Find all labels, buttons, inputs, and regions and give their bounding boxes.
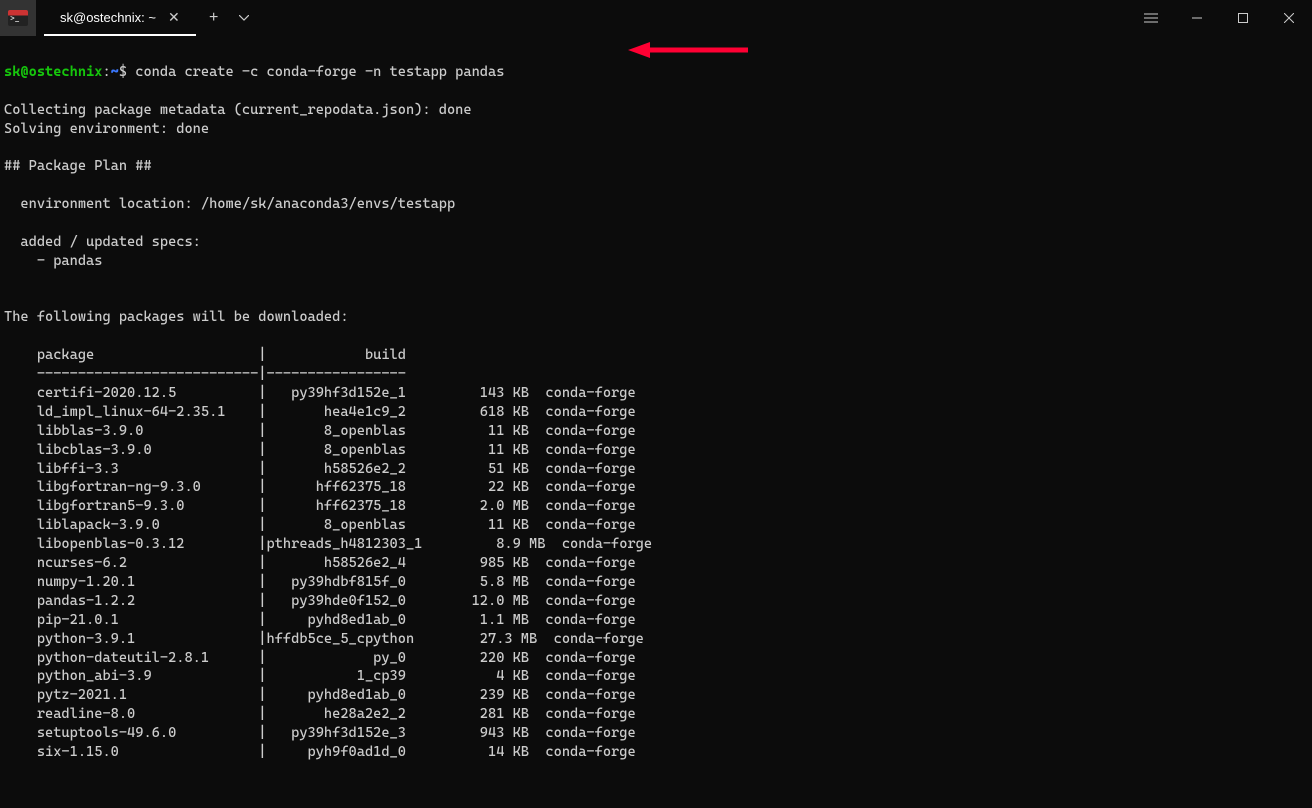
command-text: conda create -c conda-forge -n testapp p… xyxy=(135,64,504,80)
output-block: Collecting package metadata (current_rep… xyxy=(4,101,1308,762)
minimize-button[interactable] xyxy=(1174,0,1220,36)
prompt-colon: : xyxy=(102,64,110,80)
prompt-user: sk@ostechnix xyxy=(4,64,102,80)
terminal-content[interactable]: sk@ostechnix:~$ conda create -c conda-fo… xyxy=(0,36,1312,808)
terminal-app-icon[interactable] xyxy=(0,0,36,36)
prompt-dollar: $ xyxy=(119,64,135,80)
prompt-path: ~ xyxy=(111,64,119,80)
prompt-line: sk@ostechnix:~$ conda create -c conda-fo… xyxy=(4,63,1308,82)
titlebar: sk@ostechnix: ~ ✕ + xyxy=(0,0,1312,36)
hamburger-icon[interactable] xyxy=(1128,0,1174,36)
tab-title: sk@ostechnix: ~ xyxy=(60,10,156,25)
close-icon[interactable]: ✕ xyxy=(168,9,180,26)
tab-active[interactable]: sk@ostechnix: ~ ✕ xyxy=(44,0,196,36)
titlebar-left: sk@ostechnix: ~ ✕ + xyxy=(0,0,256,36)
dropdown-icon[interactable] xyxy=(232,0,256,36)
add-tab-button[interactable]: + xyxy=(196,0,232,36)
annotation-arrow-icon xyxy=(628,40,748,60)
terminal-icon xyxy=(8,10,28,26)
maximize-button[interactable] xyxy=(1220,0,1266,36)
titlebar-right xyxy=(1128,0,1312,36)
close-button[interactable] xyxy=(1266,0,1312,36)
